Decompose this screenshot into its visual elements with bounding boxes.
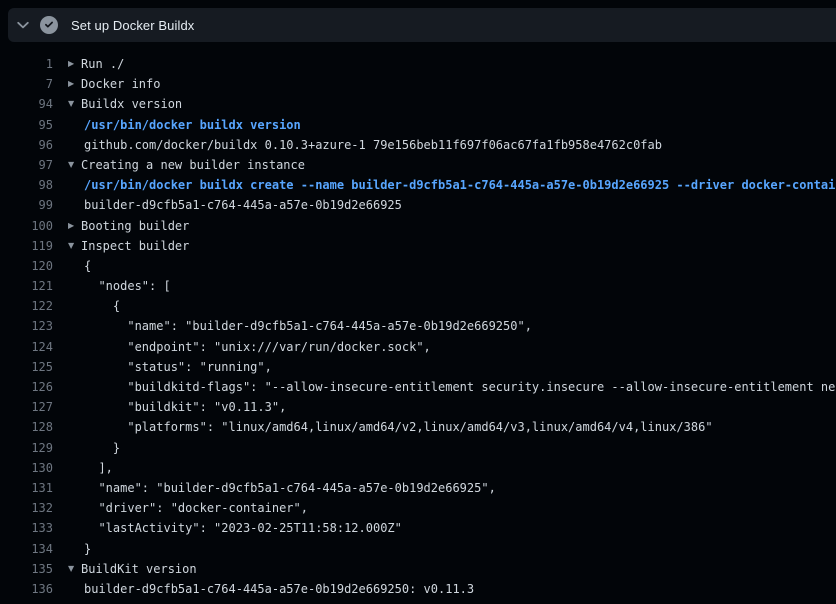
log-text: { <box>84 256 91 276</box>
log-line: 128 "platforms": "linux/amd64,linux/amd6… <box>0 417 836 437</box>
log-text: "name": "builder-d9cfb5a1-c764-445a-a57e… <box>84 316 532 336</box>
group-title: Buildx version <box>81 94 182 114</box>
line-number[interactable]: 131 <box>0 478 53 498</box>
line-number[interactable]: 7 <box>0 74 53 94</box>
line-number[interactable]: 135 <box>0 559 53 579</box>
log-line: 127 "buildkit": "v0.11.3", <box>0 397 836 417</box>
line-number[interactable]: 96 <box>0 135 53 155</box>
log-text: "buildkitd-flags": "--allow-insecure-ent… <box>84 377 836 397</box>
group-title: Docker info <box>81 74 160 94</box>
line-number[interactable]: 94 <box>0 94 53 114</box>
log-text: "endpoint": "unix:///var/run/docker.sock… <box>84 337 431 357</box>
line-number[interactable]: 125 <box>0 357 53 377</box>
log-line: 130 ], <box>0 458 836 478</box>
log-text: "lastActivity": "2023-02-25T11:58:12.000… <box>84 518 402 538</box>
chevron-down-icon <box>15 17 31 33</box>
check-circle-icon <box>40 16 58 34</box>
group-title: Inspect builder <box>81 236 189 256</box>
group-title: BuildKit version <box>81 559 197 579</box>
line-number[interactable]: 123 <box>0 316 53 336</box>
log-text: "status": "running", <box>84 357 272 377</box>
group-expanded-icon: ▼ <box>68 94 81 114</box>
log-group-line[interactable]: 94 ▼Buildx version <box>0 94 836 114</box>
log-group-line[interactable]: 100 ▶Booting builder <box>0 216 836 236</box>
log-group-line[interactable]: 135 ▼BuildKit version <box>0 559 836 579</box>
log-line: 126 "buildkitd-flags": "--allow-insecure… <box>0 377 836 397</box>
line-number[interactable]: 124 <box>0 337 53 357</box>
log-group-line[interactable]: 119 ▼Inspect builder <box>0 236 836 256</box>
line-number[interactable]: 130 <box>0 458 53 478</box>
log-text: } <box>84 539 91 559</box>
line-number[interactable]: 100 <box>0 216 53 236</box>
group-title: Run ./ <box>81 54 124 74</box>
log-text: "nodes": [ <box>84 276 171 296</box>
log-text: "buildkit": "v0.11.3", <box>84 397 286 417</box>
line-number[interactable]: 133 <box>0 518 53 538</box>
line-number[interactable]: 120 <box>0 256 53 276</box>
log-text: /usr/bin/docker buildx version <box>84 115 301 135</box>
group-title: Booting builder <box>81 216 189 236</box>
log-text: "driver": "docker-container", <box>84 498 308 518</box>
line-number[interactable]: 97 <box>0 155 53 175</box>
line-number[interactable]: 134 <box>0 539 53 559</box>
line-number[interactable]: 121 <box>0 276 53 296</box>
log-line: 98/usr/bin/docker buildx create --name b… <box>0 175 836 195</box>
line-number[interactable]: 132 <box>0 498 53 518</box>
log-text: builder-d9cfb5a1-c764-445a-a57e-0b19d2e6… <box>84 579 474 599</box>
log-line: 125 "status": "running", <box>0 357 836 377</box>
line-number[interactable]: 136 <box>0 579 53 599</box>
log-line: 122 { <box>0 296 836 316</box>
group-collapsed-icon: ▶ <box>68 216 81 236</box>
log-group-line[interactable]: 1 ▶Run ./ <box>0 54 836 74</box>
line-number[interactable]: 129 <box>0 438 53 458</box>
line-number[interactable]: 98 <box>0 175 53 195</box>
line-number[interactable]: 128 <box>0 417 53 437</box>
group-collapsed-icon: ▶ <box>68 54 81 74</box>
log-line: 96 github.com/docker/buildx 0.10.3+azure-… <box>0 135 836 155</box>
log-text: } <box>84 438 120 458</box>
log-text: github.com/docker/buildx 0.10.3+azure-1 … <box>84 135 662 155</box>
line-number[interactable]: 122 <box>0 296 53 316</box>
group-collapsed-icon: ▶ <box>68 74 81 94</box>
line-number[interactable]: 127 <box>0 397 53 417</box>
step-header[interactable]: Set up Docker Buildx <box>8 8 836 42</box>
log-line: 124 "endpoint": "unix:///var/run/docker.… <box>0 337 836 357</box>
line-number[interactable]: 95 <box>0 115 53 135</box>
group-title: Creating a new builder instance <box>81 155 305 175</box>
log-line: 134} <box>0 539 836 559</box>
log-viewer: 1▶Run ./7▶Docker info94▼Buildx version95… <box>0 54 836 604</box>
log-text: "name": "builder-d9cfb5a1-c764-445a-a57e… <box>84 478 496 498</box>
group-expanded-icon: ▼ <box>68 559 81 579</box>
log-text: { <box>84 296 120 316</box>
log-line: 136 builder-d9cfb5a1-c764-445a-a57e-0b19d… <box>0 579 836 599</box>
log-line: 133 "lastActivity": "2023-02-25T11:58:12… <box>0 518 836 538</box>
log-text: ], <box>84 458 113 478</box>
log-line: 132 "driver": "docker-container", <box>0 498 836 518</box>
line-number[interactable]: 99 <box>0 195 53 215</box>
group-expanded-icon: ▼ <box>68 236 81 256</box>
line-number[interactable]: 126 <box>0 377 53 397</box>
log-line: 121 "nodes": [ <box>0 276 836 296</box>
log-line: 129 } <box>0 438 836 458</box>
log-text: /usr/bin/docker buildx create --name bui… <box>84 175 836 195</box>
log-line: 123 "name": "builder-d9cfb5a1-c764-445a-… <box>0 316 836 336</box>
log-line: 120 { <box>0 256 836 276</box>
step-title: Set up Docker Buildx <box>71 18 194 33</box>
line-number[interactable]: 119 <box>0 236 53 256</box>
log-group-line[interactable]: 97 ▼Creating a new builder instance <box>0 155 836 175</box>
log-line: 95/usr/bin/docker buildx version <box>0 115 836 135</box>
group-expanded-icon: ▼ <box>68 155 81 175</box>
line-number[interactable]: 1 <box>0 54 53 74</box>
log-text: "platforms": "linux/amd64,linux/amd64/v2… <box>84 417 713 437</box>
log-line: 131 "name": "builder-d9cfb5a1-c764-445a-… <box>0 478 836 498</box>
log-lines: 1▶Run ./7▶Docker info94▼Buildx version95… <box>0 54 836 599</box>
log-line: 99 builder-d9cfb5a1-c764-445a-a57e-0b19d2… <box>0 195 836 215</box>
log-text: builder-d9cfb5a1-c764-445a-a57e-0b19d2e6… <box>84 195 402 215</box>
log-group-line[interactable]: 7 ▶Docker info <box>0 74 836 94</box>
